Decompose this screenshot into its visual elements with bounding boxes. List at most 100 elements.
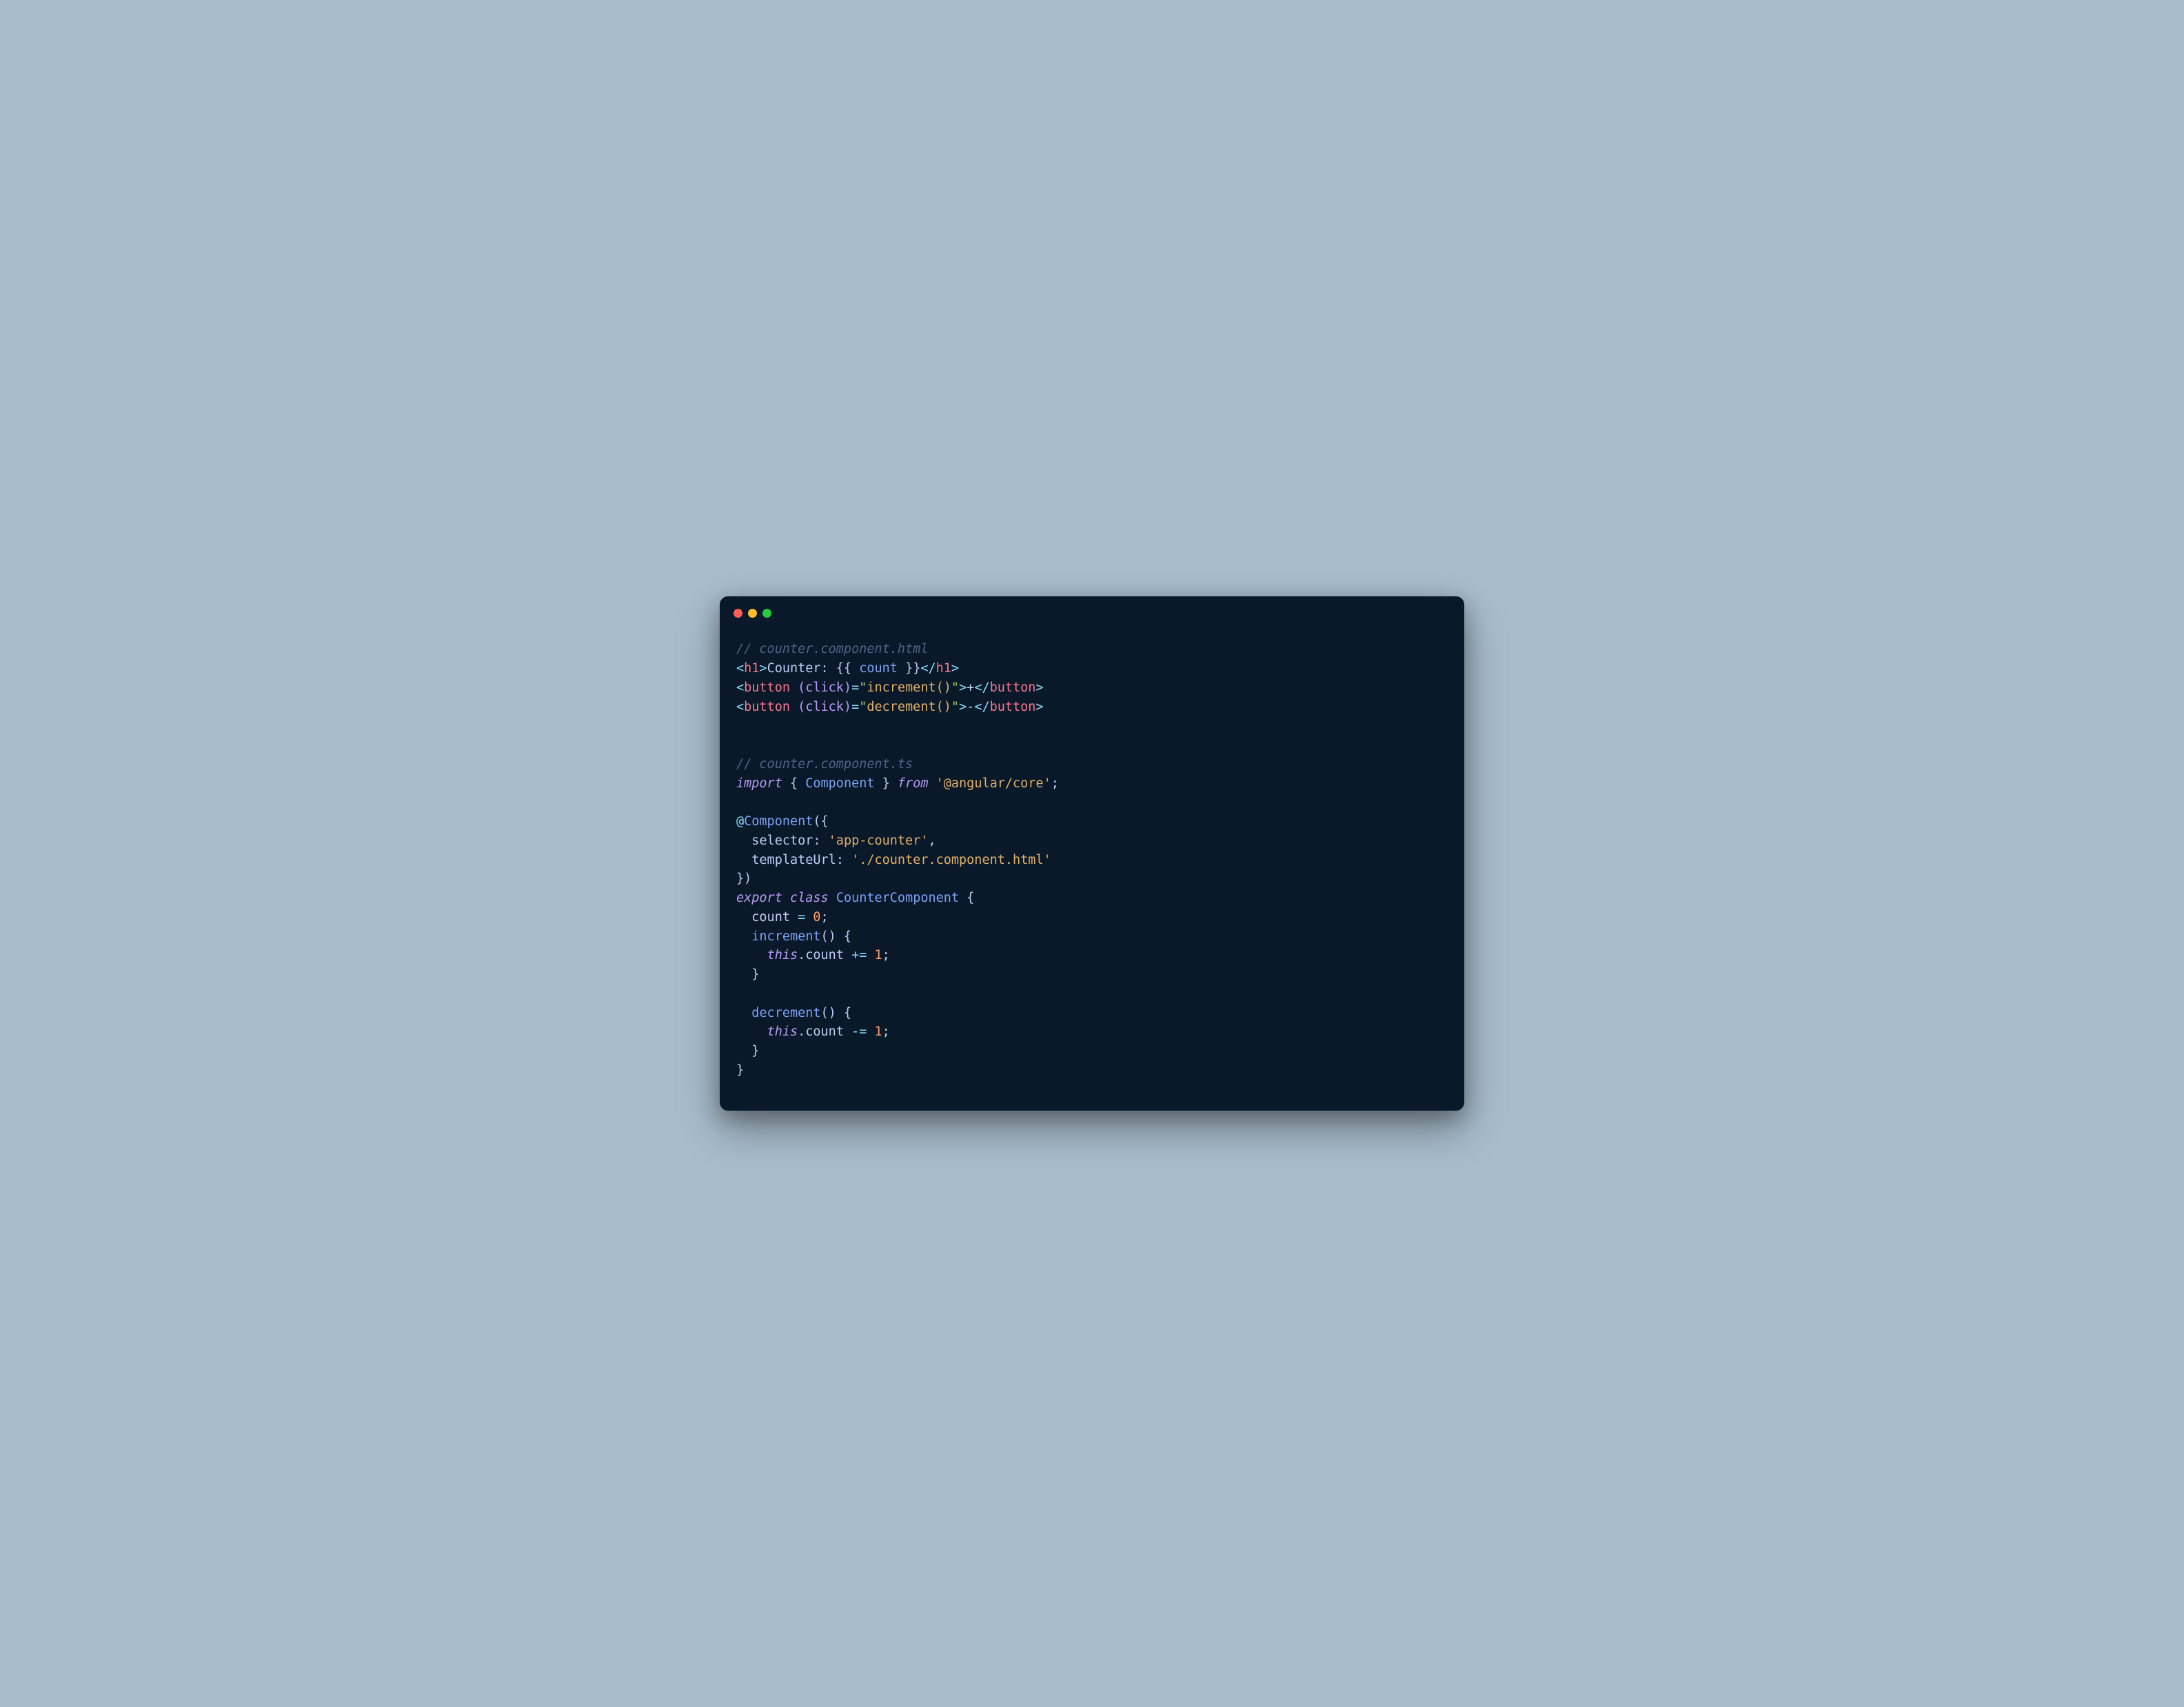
code-token: } [751, 967, 759, 982]
code-token: button [990, 680, 1036, 695]
close-icon[interactable] [734, 609, 742, 618]
code-token: {{ [836, 661, 859, 676]
code-token: import [736, 776, 782, 791]
code-comment: // counter.component.html [736, 642, 928, 656]
code-token: h1 [744, 661, 759, 676]
code-token: } [875, 776, 890, 791]
code-token: { [844, 1006, 851, 1020]
code-token: > [951, 661, 959, 676]
code-token: class [790, 891, 829, 905]
code-token: }} [898, 661, 920, 676]
code-token: > [959, 700, 967, 714]
code-token: decrement [751, 1006, 820, 1020]
code-token [736, 853, 751, 867]
code-token [844, 1024, 851, 1039]
code-token: () [821, 929, 836, 944]
code-token: ; [1051, 776, 1059, 791]
code-token [890, 776, 898, 791]
code-token [782, 776, 790, 791]
code-token: 0 [813, 910, 820, 925]
code-token [836, 929, 844, 944]
code-token [736, 910, 751, 925]
code-token: : [813, 834, 828, 848]
code-token [790, 680, 798, 695]
code-token: " [951, 680, 959, 695]
code-token: Component [805, 776, 874, 791]
code-token: > [1035, 680, 1043, 695]
code-comment: // counter.component.ts [736, 757, 913, 771]
code-token: (click) [798, 680, 851, 695]
code-token: './counter.component.html' [851, 853, 1051, 867]
code-token: </ [920, 661, 936, 676]
code-token: count [751, 910, 790, 925]
code-token: export [736, 891, 782, 905]
code-token [782, 891, 790, 905]
code-token: increment() [867, 680, 951, 695]
code-token: > [1035, 700, 1043, 714]
code-token: 1 [875, 948, 882, 962]
code-token: () [821, 1006, 836, 1020]
code-token: 1 [875, 1024, 882, 1039]
code-token: - [967, 700, 974, 714]
code-token [867, 1024, 874, 1039]
code-token: ( [813, 814, 820, 829]
code-token: } [736, 1063, 744, 1078]
code-token [736, 834, 751, 848]
code-token: Component [744, 814, 813, 829]
code-token: from [898, 776, 929, 791]
code-token: = [851, 700, 859, 714]
code-token: } [751, 1044, 759, 1058]
code-token: decrement() [867, 700, 951, 714]
code-token: </ [974, 680, 989, 695]
code-token [736, 929, 751, 944]
maximize-icon[interactable] [762, 609, 771, 618]
code-token: button [744, 680, 790, 695]
code-token [736, 1006, 751, 1020]
titlebar [720, 596, 1464, 623]
code-token: : [836, 853, 851, 867]
minimize-icon[interactable] [748, 609, 757, 618]
code-token: Counter: [767, 661, 836, 676]
code-token: { [821, 814, 829, 829]
code-token: " [951, 700, 959, 714]
code-token: templateUrl [751, 853, 836, 867]
code-token: " [859, 700, 867, 714]
code-token: (click) [798, 700, 851, 714]
code-token: ; [821, 910, 829, 925]
code-token [829, 891, 836, 905]
code-token [736, 1044, 751, 1058]
code-token: , [928, 834, 936, 848]
code-token: = [851, 680, 859, 695]
code-token: += [851, 948, 867, 962]
code-token: selector [751, 834, 813, 848]
code-token: { [844, 929, 851, 944]
code-token: } [736, 871, 744, 886]
code-token [959, 891, 967, 905]
code-token: button [990, 700, 1036, 714]
code-token [844, 948, 851, 962]
code-token [836, 1006, 844, 1020]
code-token [736, 1024, 767, 1039]
code-token: CounterComponent [836, 891, 959, 905]
code-token: ; [882, 948, 890, 962]
code-token: button [744, 700, 790, 714]
code-token [928, 776, 936, 791]
code-token [736, 967, 751, 982]
code-token: ) [744, 871, 751, 886]
code-token: increment [751, 929, 820, 944]
code-token: < [736, 680, 744, 695]
code-token: -= [851, 1024, 867, 1039]
code-token: " [859, 680, 867, 695]
code-token: ; [882, 1024, 890, 1039]
code-token: @ [736, 814, 744, 829]
code-token: < [736, 700, 744, 714]
code-token: count [805, 1024, 844, 1039]
code-token [790, 910, 798, 925]
code-token: count [805, 948, 844, 962]
code-token [805, 910, 813, 925]
code-token: = [798, 910, 805, 925]
code-token: '@angular/core' [936, 776, 1051, 791]
code-window: // counter.component.html <h1>Counter: {… [720, 596, 1464, 1110]
code-token: . [798, 1024, 805, 1039]
code-token: { [790, 776, 805, 791]
